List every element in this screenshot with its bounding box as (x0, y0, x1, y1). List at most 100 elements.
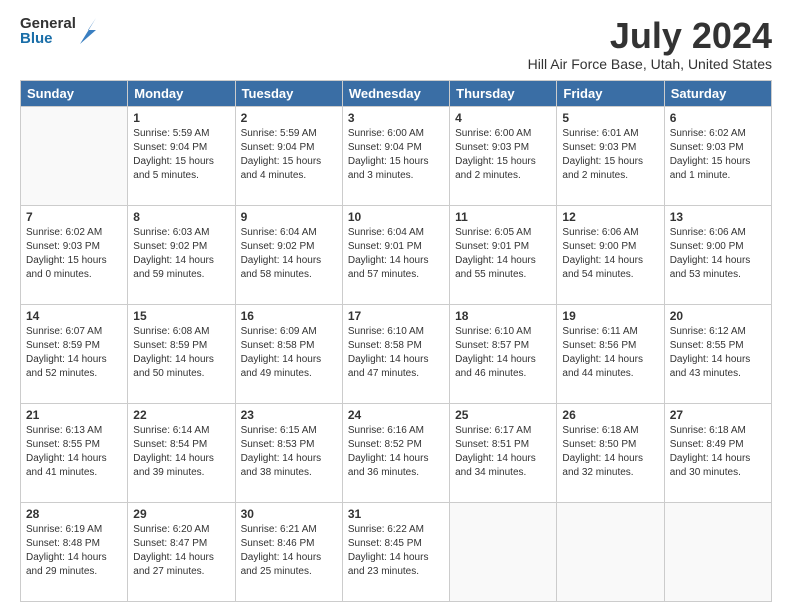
calendar-cell: 18 Sunrise: 6:10 AM Sunset: 8:57 PM Dayli… (450, 304, 557, 403)
day-number: 1 (133, 111, 229, 125)
calendar-cell: 12 Sunrise: 6:06 AM Sunset: 9:00 PM Dayli… (557, 205, 664, 304)
subtitle: Hill Air Force Base, Utah, United States (528, 56, 772, 72)
day-number: 17 (348, 309, 444, 323)
day-info: Sunrise: 6:06 AM Sunset: 9:00 PM Dayligh… (562, 226, 658, 282)
day-number: 14 (26, 309, 122, 323)
day-number: 11 (455, 210, 551, 224)
calendar-cell: 19 Sunrise: 6:11 AM Sunset: 8:56 PM Dayli… (557, 304, 664, 403)
header-row: Sunday Monday Tuesday Wednesday Thursday… (21, 80, 772, 106)
day-number: 29 (133, 507, 229, 521)
col-thursday: Thursday (450, 80, 557, 106)
day-info: Sunrise: 6:03 AM Sunset: 9:02 PM Dayligh… (133, 226, 229, 282)
calendar-cell: 3 Sunrise: 6:00 AM Sunset: 9:04 PM Daylig… (342, 106, 449, 205)
logo: General Blue (20, 16, 98, 46)
day-info: Sunrise: 6:06 AM Sunset: 9:00 PM Dayligh… (670, 226, 766, 282)
day-info: Sunrise: 6:10 AM Sunset: 8:58 PM Dayligh… (348, 325, 444, 381)
day-number: 9 (241, 210, 337, 224)
calendar-cell: 24Sunrise: 6:16 AM Sunset: 8:52 PM Dayli… (342, 403, 449, 502)
calendar-cell (664, 502, 771, 601)
day-number: 24 (348, 408, 444, 422)
main-title: July 2024 (528, 16, 772, 56)
day-info: Sunrise: 6:00 AM Sunset: 9:04 PM Dayligh… (348, 127, 444, 183)
col-tuesday: Tuesday (235, 80, 342, 106)
day-info: Sunrise: 6:20 AM Sunset: 8:47 PM Dayligh… (133, 523, 229, 579)
calendar-week-3: 14Sunrise: 6:07 AM Sunset: 8:59 PM Dayli… (21, 304, 772, 403)
day-info: Sunrise: 6:15 AM Sunset: 8:53 PM Dayligh… (241, 424, 337, 480)
calendar-cell: 21Sunrise: 6:13 AM Sunset: 8:55 PM Dayli… (21, 403, 128, 502)
day-info: Sunrise: 6:10 AM Sunset: 8:57 PM Dayligh… (455, 325, 551, 381)
day-info: Sunrise: 6:14 AM Sunset: 8:54 PM Dayligh… (133, 424, 229, 480)
calendar-cell: 23 Sunrise: 6:15 AM Sunset: 8:53 PM Dayli… (235, 403, 342, 502)
day-info: Sunrise: 6:12 AM Sunset: 8:55 PM Dayligh… (670, 325, 766, 381)
calendar-cell: 17 Sunrise: 6:10 AM Sunset: 8:58 PM Dayli… (342, 304, 449, 403)
day-number: 6 (670, 111, 766, 125)
calendar-cell: 27 Sunrise: 6:18 AM Sunset: 8:49 PM Dayli… (664, 403, 771, 502)
calendar-cell: 31 Sunrise: 6:22 AM Sunset: 8:45 PM Dayli… (342, 502, 449, 601)
calendar-cell: 15Sunrise: 6:08 AM Sunset: 8:59 PM Dayli… (128, 304, 235, 403)
logo-blue: Blue (20, 31, 76, 46)
calendar-cell: 7Sunrise: 6:02 AM Sunset: 9:03 PM Daylig… (21, 205, 128, 304)
title-block: July 2024 Hill Air Force Base, Utah, Uni… (528, 16, 772, 72)
day-info: Sunrise: 6:13 AM Sunset: 8:55 PM Dayligh… (26, 424, 122, 480)
calendar-cell (557, 502, 664, 601)
day-info: Sunrise: 6:02 AM Sunset: 9:03 PM Dayligh… (670, 127, 766, 183)
day-info: Sunrise: 6:04 AM Sunset: 9:02 PM Dayligh… (241, 226, 337, 282)
calendar-cell: 1 Sunrise: 5:59 AM Sunset: 9:04 PM Daylig… (128, 106, 235, 205)
calendar-cell: 29 Sunrise: 6:20 AM Sunset: 8:47 PM Dayli… (128, 502, 235, 601)
day-info: Sunrise: 6:21 AM Sunset: 8:46 PM Dayligh… (241, 523, 337, 579)
calendar-cell: 10 Sunrise: 6:04 AM Sunset: 9:01 PM Dayli… (342, 205, 449, 304)
day-info: Sunrise: 6:22 AM Sunset: 8:45 PM Dayligh… (348, 523, 444, 579)
day-info: Sunrise: 6:08 AM Sunset: 8:59 PM Dayligh… (133, 325, 229, 381)
day-info: Sunrise: 6:04 AM Sunset: 9:01 PM Dayligh… (348, 226, 444, 282)
calendar-cell: 5Sunrise: 6:01 AM Sunset: 9:03 PM Daylig… (557, 106, 664, 205)
col-friday: Friday (557, 80, 664, 106)
calendar-cell: 2Sunrise: 5:59 AM Sunset: 9:04 PM Daylig… (235, 106, 342, 205)
calendar-cell: 6 Sunrise: 6:02 AM Sunset: 9:03 PM Daylig… (664, 106, 771, 205)
day-number: 7 (26, 210, 122, 224)
day-info: Sunrise: 6:11 AM Sunset: 8:56 PM Dayligh… (562, 325, 658, 381)
day-number: 18 (455, 309, 551, 323)
col-saturday: Saturday (664, 80, 771, 106)
page: General Blue July 2024 Hill Air Force Ba… (0, 0, 792, 612)
day-number: 30 (241, 507, 337, 521)
logo-icon (78, 16, 98, 46)
calendar-week-5: 28 Sunrise: 6:19 AM Sunset: 8:48 PM Dayli… (21, 502, 772, 601)
day-number: 28 (26, 507, 122, 521)
day-number: 13 (670, 210, 766, 224)
day-number: 25 (455, 408, 551, 422)
day-number: 16 (241, 309, 337, 323)
day-number: 20 (670, 309, 766, 323)
calendar-cell (450, 502, 557, 601)
col-wednesday: Wednesday (342, 80, 449, 106)
day-number: 12 (562, 210, 658, 224)
day-number: 23 (241, 408, 337, 422)
calendar-week-2: 7Sunrise: 6:02 AM Sunset: 9:03 PM Daylig… (21, 205, 772, 304)
day-number: 27 (670, 408, 766, 422)
calendar-cell: 8 Sunrise: 6:03 AM Sunset: 9:02 PM Daylig… (128, 205, 235, 304)
calendar-cell: 11Sunrise: 6:05 AM Sunset: 9:01 PM Dayli… (450, 205, 557, 304)
day-number: 3 (348, 111, 444, 125)
calendar-cell: 16Sunrise: 6:09 AM Sunset: 8:58 PM Dayli… (235, 304, 342, 403)
calendar-cell: 30 Sunrise: 6:21 AM Sunset: 8:46 PM Dayli… (235, 502, 342, 601)
day-number: 8 (133, 210, 229, 224)
day-number: 4 (455, 111, 551, 125)
day-number: 10 (348, 210, 444, 224)
day-number: 2 (241, 111, 337, 125)
logo-text: General Blue (20, 16, 76, 46)
day-number: 19 (562, 309, 658, 323)
calendar-cell: 14Sunrise: 6:07 AM Sunset: 8:59 PM Dayli… (21, 304, 128, 403)
day-number: 31 (348, 507, 444, 521)
logo-general: General (20, 16, 76, 31)
calendar-table: Sunday Monday Tuesday Wednesday Thursday… (20, 80, 772, 602)
header: General Blue July 2024 Hill Air Force Ba… (20, 16, 772, 72)
calendar-cell (21, 106, 128, 205)
calendar-cell: 4Sunrise: 6:00 AM Sunset: 9:03 PM Daylig… (450, 106, 557, 205)
day-number: 5 (562, 111, 658, 125)
day-info: Sunrise: 6:18 AM Sunset: 8:49 PM Dayligh… (670, 424, 766, 480)
day-info: Sunrise: 6:19 AM Sunset: 8:48 PM Dayligh… (26, 523, 122, 579)
calendar-cell: 20 Sunrise: 6:12 AM Sunset: 8:55 PM Dayli… (664, 304, 771, 403)
day-info: Sunrise: 5:59 AM Sunset: 9:04 PM Dayligh… (133, 127, 229, 183)
day-info: Sunrise: 6:18 AM Sunset: 8:50 PM Dayligh… (562, 424, 658, 480)
calendar-cell: 28 Sunrise: 6:19 AM Sunset: 8:48 PM Dayli… (21, 502, 128, 601)
day-number: 22 (133, 408, 229, 422)
